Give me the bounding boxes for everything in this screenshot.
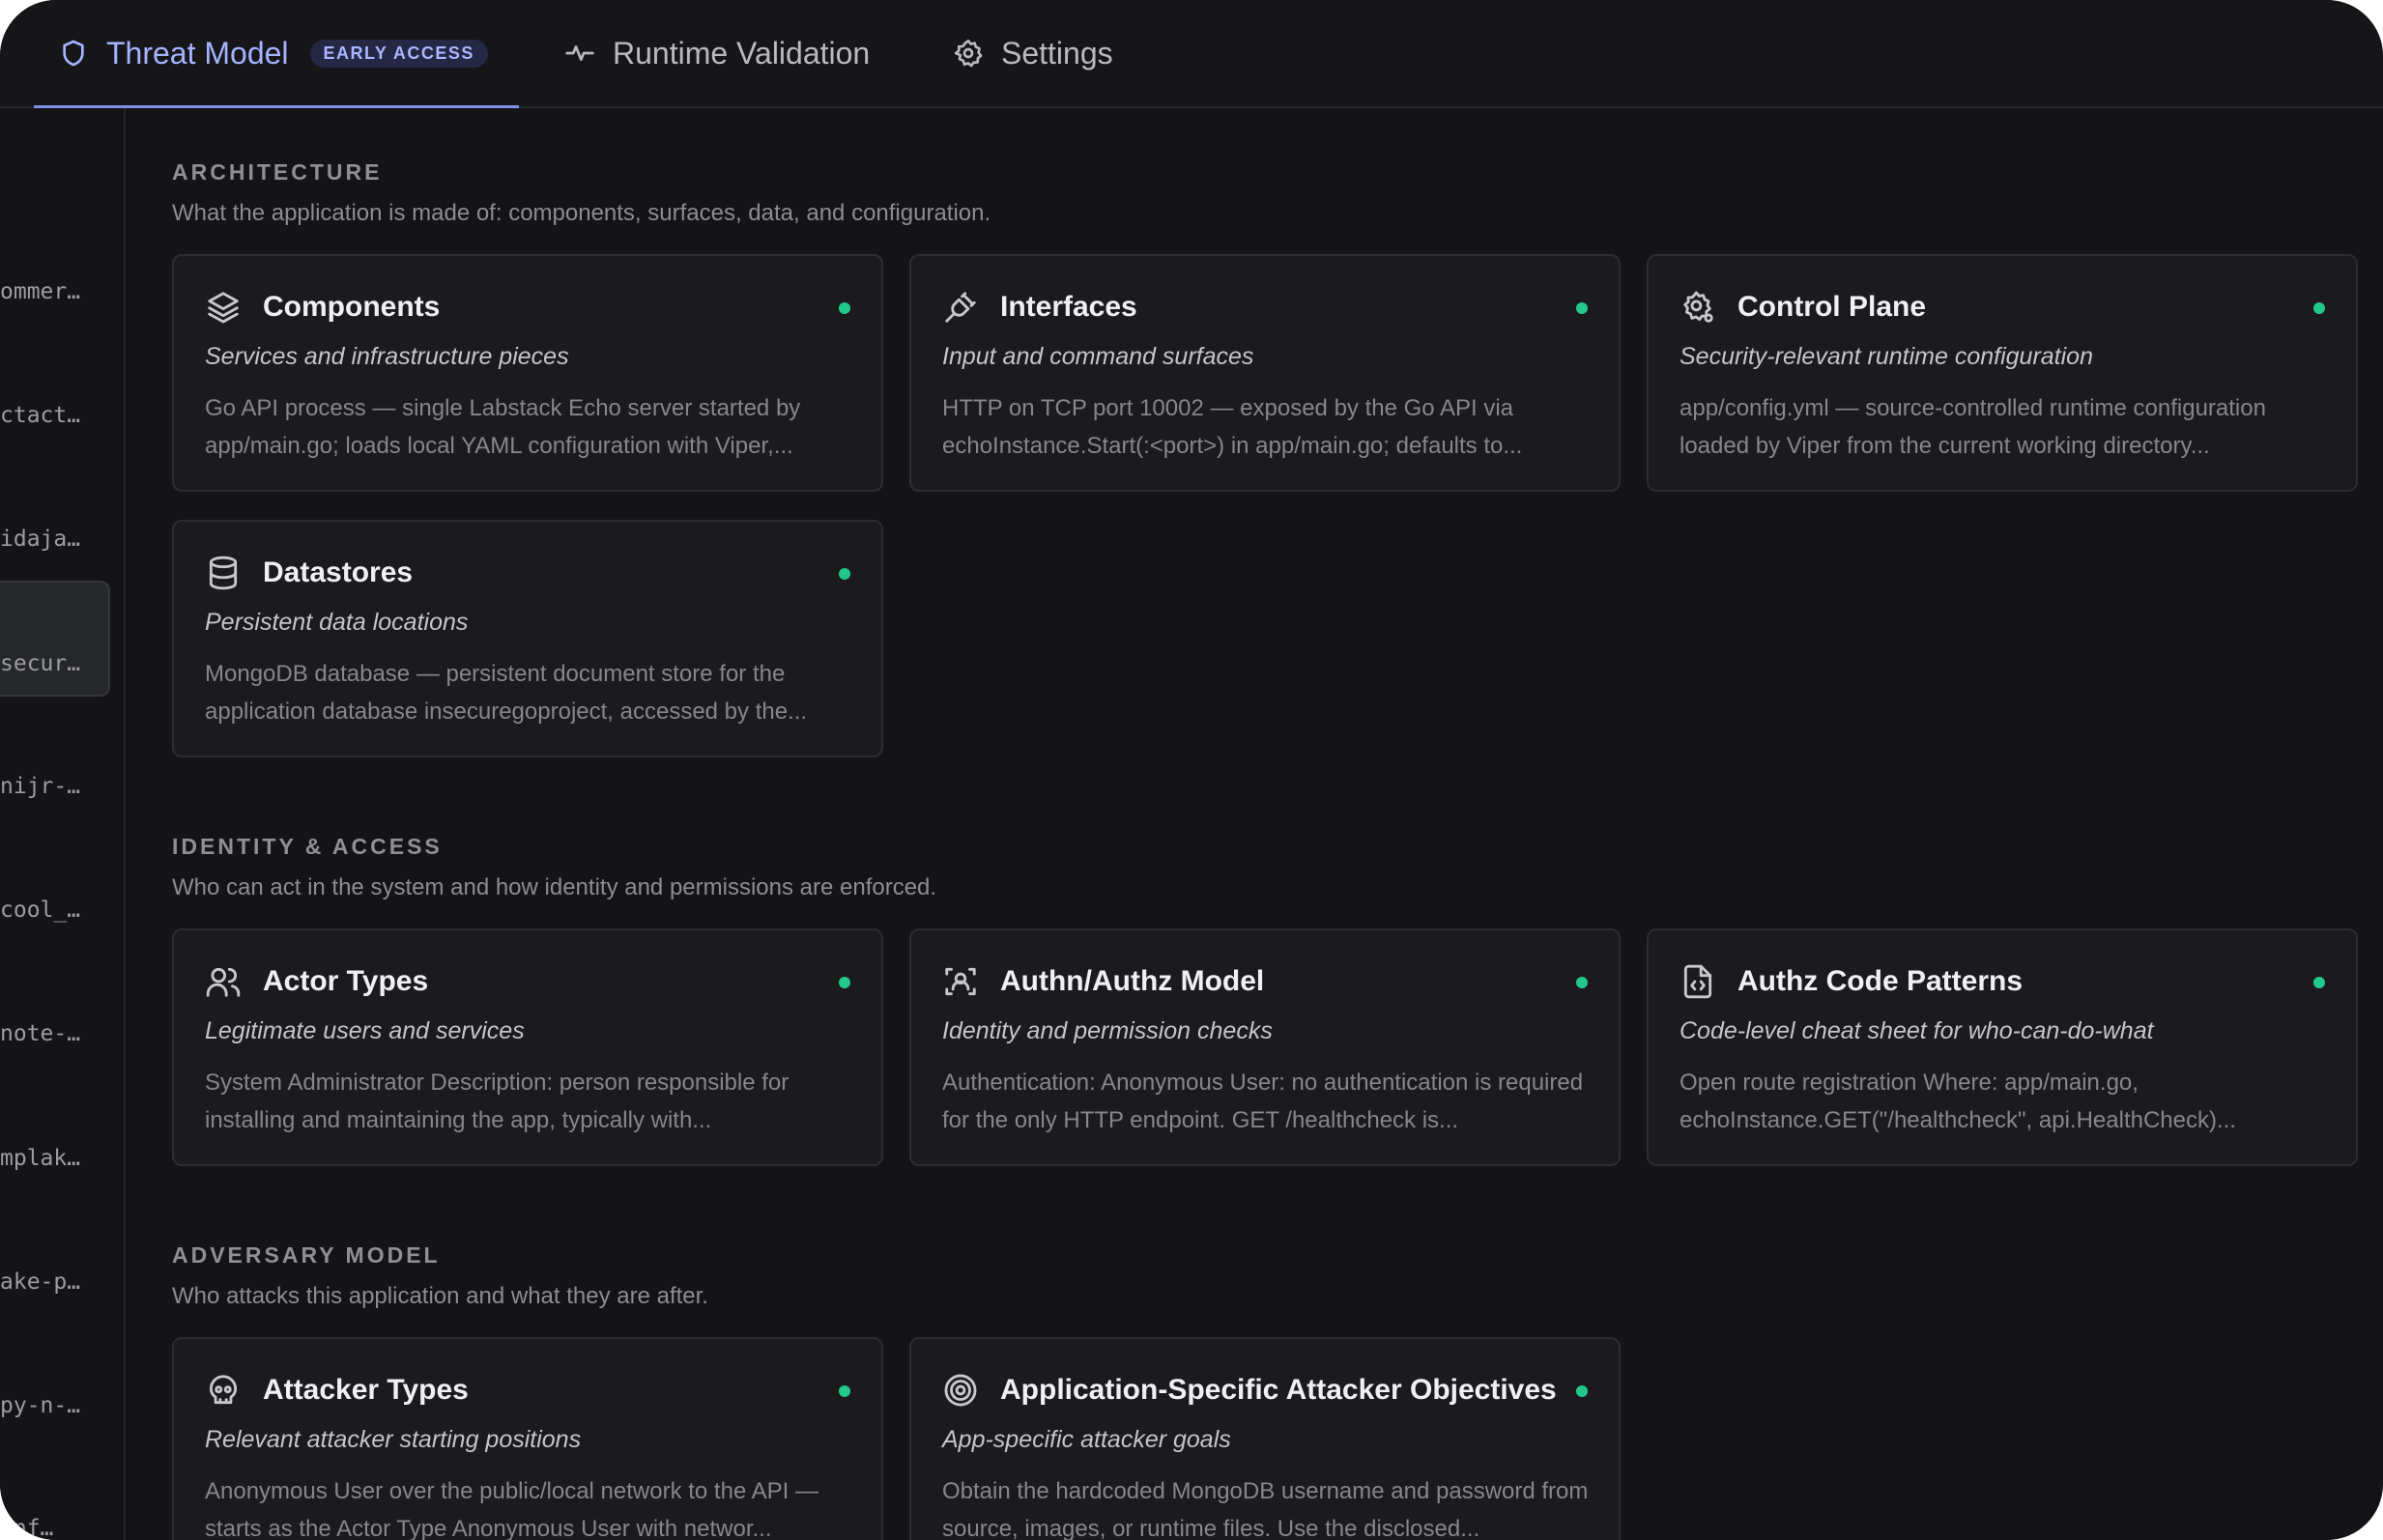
card-components[interactable]: Components Services and infrastructure p… bbox=[172, 254, 883, 492]
tab-runtime-validation[interactable]: Runtime Validation bbox=[564, 0, 870, 106]
sidebar-item[interactable]: mplak… bbox=[0, 1129, 108, 1187]
scan-user-icon bbox=[942, 963, 979, 1000]
project-sidebar: ommer… ctact… idaja… secur… nijr-… cool_… bbox=[0, 108, 126, 1540]
card-datastores[interactable]: Datastores Persistent data locations Mon… bbox=[172, 520, 883, 757]
database-icon bbox=[205, 555, 242, 591]
section-description: Who can act in the system and how identi… bbox=[172, 874, 937, 900]
activity-icon bbox=[564, 38, 595, 69]
card-title: Components bbox=[263, 291, 441, 323]
card-subtitle: Input and command surfaces bbox=[942, 343, 1254, 370]
card-description: MongoDB database — persistent document s… bbox=[205, 661, 808, 725]
card-subtitle: Security-relevant runtime configuration bbox=[1680, 343, 2093, 370]
card-title: Actor Types bbox=[263, 965, 429, 997]
card-subtitle: Relevant attacker starting positions bbox=[205, 1426, 582, 1453]
gear-icon bbox=[953, 38, 984, 69]
skull-icon bbox=[205, 1372, 242, 1409]
sidebar-item[interactable]: ake-p… bbox=[0, 1253, 108, 1311]
plug-icon bbox=[942, 289, 979, 326]
top-tab-bar: Threat Model EARLY ACCESS Runtime Valida… bbox=[0, 0, 2383, 108]
tab-label: Threat Model bbox=[106, 35, 289, 71]
card-subtitle: Services and infrastructure pieces bbox=[205, 343, 569, 370]
sidebar-item-label: note-… bbox=[0, 1021, 81, 1046]
section-title-architecture: ARCHITECTURE bbox=[172, 159, 383, 185]
sidebar-item-label: secur… bbox=[0, 651, 81, 676]
sidebar-item[interactable]: note-… bbox=[0, 1005, 108, 1063]
users-icon bbox=[205, 963, 242, 1000]
sidebar-item-label: mplak… bbox=[0, 1146, 81, 1171]
status-dot bbox=[2313, 977, 2325, 988]
card-attacker-types[interactable]: Attacker Types Relevant attacker startin… bbox=[172, 1337, 883, 1540]
sidebar-item-label: ctact… bbox=[0, 403, 81, 428]
status-dot bbox=[839, 568, 850, 580]
sidebar-item-label: onf… bbox=[0, 1516, 54, 1540]
card-description: app/config.yml — source-controlled runti… bbox=[1680, 395, 2266, 459]
early-access-badge: EARLY ACCESS bbox=[309, 39, 488, 68]
status-dot bbox=[839, 1385, 850, 1397]
sidebar-item-label: cool_… bbox=[0, 898, 81, 923]
card-title: Application-Specific Attacker Objectives bbox=[1000, 1374, 1557, 1406]
status-dot bbox=[1576, 977, 1588, 988]
sidebar-item[interactable]: ctact… bbox=[0, 386, 108, 444]
sidebar-item-label: ommer… bbox=[0, 279, 81, 304]
sidebar-item[interactable]: idaja… bbox=[0, 510, 108, 568]
card-authn-authz-model[interactable]: Authn/Authz Model Identity and permissio… bbox=[909, 928, 1621, 1166]
card-attacker-objectives[interactable]: Application-Specific Attacker Objectives… bbox=[909, 1337, 1621, 1540]
card-subtitle: Code-level cheat sheet for who-can-do-wh… bbox=[1680, 1017, 2154, 1044]
sidebar-item-selected[interactable]: secur… bbox=[0, 581, 110, 697]
status-dot bbox=[839, 977, 850, 988]
tab-threat-model[interactable]: Threat Model EARLY ACCESS bbox=[34, 0, 519, 108]
target-icon bbox=[942, 1372, 979, 1409]
card-title: Control Plane bbox=[1737, 291, 1927, 323]
sidebar-item[interactable]: cool_… bbox=[0, 881, 108, 939]
status-dot bbox=[1576, 302, 1588, 314]
app-window: Threat Model EARLY ACCESS Runtime Valida… bbox=[0, 0, 2383, 1540]
card-description: Open route registration Where: app/main.… bbox=[1680, 1069, 2236, 1133]
sidebar-item-label: idaja… bbox=[0, 527, 81, 552]
layers-icon bbox=[205, 289, 242, 326]
section-title-adversary-model: ADVERSARY MODEL bbox=[172, 1242, 441, 1268]
card-title: Attacker Types bbox=[263, 1374, 469, 1406]
card-subtitle: Persistent data locations bbox=[205, 609, 469, 636]
file-code-icon bbox=[1680, 963, 1716, 1000]
sidebar-item[interactable]: onf… bbox=[0, 1499, 108, 1540]
settings-cog-icon bbox=[1680, 289, 1716, 326]
status-dot bbox=[839, 302, 850, 314]
sidebar-item[interactable]: ommer… bbox=[0, 263, 108, 321]
card-title: Datastores bbox=[263, 556, 414, 588]
card-authz-code-patterns[interactable]: Authz Code Patterns Code-level cheat she… bbox=[1647, 928, 2358, 1166]
sidebar-item-label: py-n-… bbox=[0, 1393, 81, 1418]
card-subtitle: Identity and permission checks bbox=[942, 1017, 1273, 1044]
card-title: Interfaces bbox=[1000, 291, 1137, 323]
card-description: Obtain the hardcoded MongoDB username an… bbox=[942, 1478, 1589, 1540]
card-control-plane[interactable]: Control Plane Security-relevant runtime … bbox=[1647, 254, 2358, 492]
sidebar-item-label: nijr-… bbox=[0, 774, 81, 799]
section-title-identity-access: IDENTITY & ACCESS bbox=[172, 834, 443, 859]
shield-icon bbox=[58, 38, 89, 69]
sidebar-item[interactable]: nijr-… bbox=[0, 757, 108, 815]
card-description: Anonymous User over the public/local net… bbox=[205, 1478, 818, 1540]
sidebar-item[interactable]: py-n-… bbox=[0, 1377, 108, 1435]
card-interfaces[interactable]: Interfaces Input and command surfaces HT… bbox=[909, 254, 1621, 492]
section-description: What the application is made of: compone… bbox=[172, 200, 991, 226]
section-description: Who attacks this application and what th… bbox=[172, 1283, 708, 1309]
card-description: System Administrator Description: person… bbox=[205, 1069, 790, 1133]
tab-settings[interactable]: Settings bbox=[953, 0, 1113, 106]
card-actor-types[interactable]: Actor Types Legitimate users and service… bbox=[172, 928, 883, 1166]
status-dot bbox=[1576, 1385, 1588, 1397]
tab-label: Runtime Validation bbox=[613, 35, 871, 71]
card-subtitle: Legitimate users and services bbox=[205, 1017, 525, 1044]
sidebar-item-label: ake-p… bbox=[0, 1269, 81, 1295]
card-description: Go API process — single Labstack Echo se… bbox=[205, 395, 801, 459]
card-description: HTTP on TCP port 10002 — exposed by the … bbox=[942, 395, 1523, 459]
card-title: Authn/Authz Model bbox=[1000, 965, 1265, 997]
card-subtitle: App-specific attacker goals bbox=[942, 1426, 1231, 1453]
card-title: Authz Code Patterns bbox=[1737, 965, 2024, 997]
card-description: Authentication: Anonymous User: no authe… bbox=[942, 1069, 1584, 1133]
status-dot bbox=[2313, 302, 2325, 314]
tab-label: Settings bbox=[1001, 35, 1113, 71]
threat-model-content: ARCHITECTURE What the application is mad… bbox=[172, 108, 2383, 1540]
